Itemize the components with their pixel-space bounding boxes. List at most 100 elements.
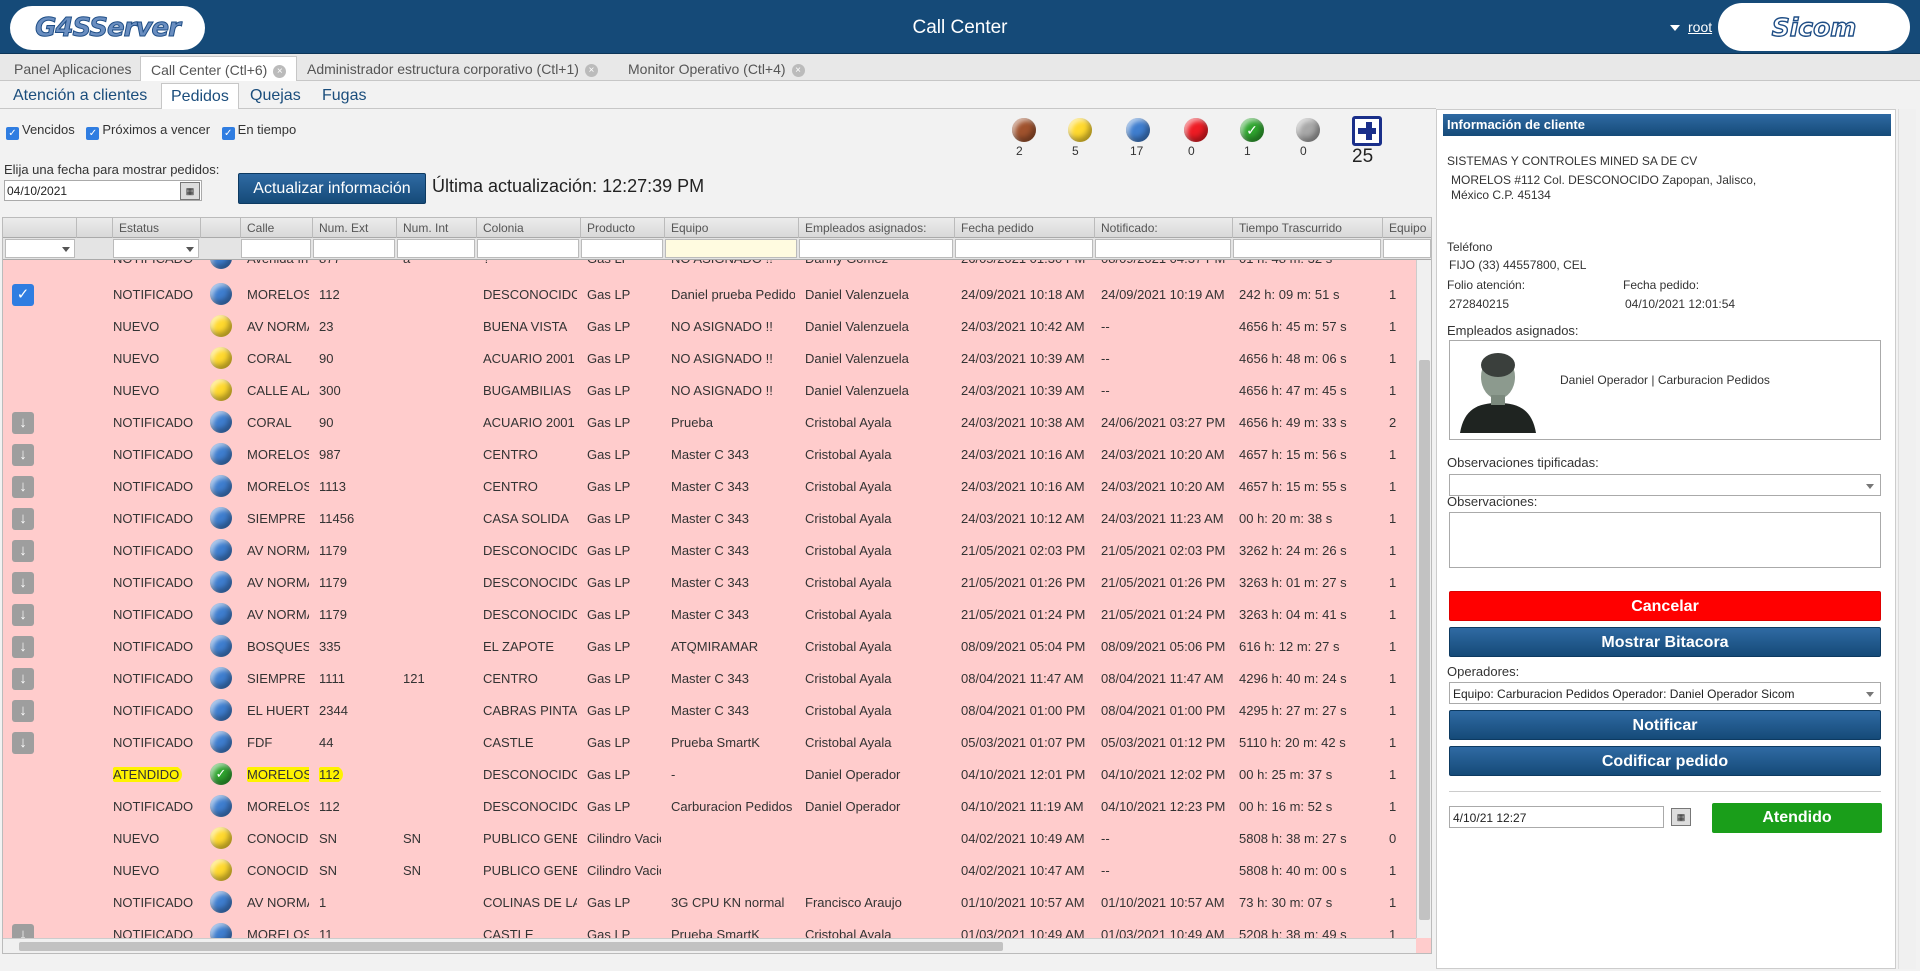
table-row[interactable]: ↓ NOTIFICADO AV NORMA 1179 DESCONOCIDO Gas LP…: [3, 534, 1416, 566]
attended-button[interactable]: Atendido: [1712, 803, 1882, 833]
col-equipo[interactable]: Equipo: [665, 218, 799, 238]
table-row[interactable]: ✓ NOTIFICADO MORELOS 112 DESCONOCIDO Gas LP Da…: [3, 278, 1416, 310]
filter-proximos[interactable]: ✓ Próximos a vencer: [86, 122, 210, 140]
table-row[interactable]: NUEVO CONOCIDO SN SN PUBLICO GENERAL Cilindro…: [3, 854, 1416, 886]
tab-monitor-operativo[interactable]: Monitor Operativo (Ctl+4) ×: [618, 56, 815, 81]
col-num-int[interactable]: Num. Int: [397, 218, 477, 238]
arrow-down-icon[interactable]: ↓: [12, 604, 34, 626]
table-row[interactable]: ↓ NOTIFICADO SIEMPRE V 11456 CASA SOLIDA Gas …: [3, 502, 1416, 534]
close-icon[interactable]: ×: [584, 63, 598, 77]
table-row[interactable]: ↓ NOTIFICADO MORELOS 1113 CENTRO Gas LP Master…: [3, 470, 1416, 502]
filter-tiempo[interactable]: [1233, 239, 1381, 258]
legend-total[interactable]: 25: [1352, 116, 1382, 167]
cell-colonia: CENTRO: [483, 447, 538, 462]
col-tiempo[interactable]: Tiempo Trascurrido: [1233, 218, 1383, 238]
filter-icon-select[interactable]: [5, 239, 75, 258]
arrow-down-icon[interactable]: ↓: [12, 412, 34, 434]
cancel-button[interactable]: Cancelar: [1449, 591, 1881, 621]
update-button[interactable]: Actualizar información: [238, 173, 426, 204]
table-row[interactable]: NUEVO AV NORMA 23 BUENA VISTA Gas LP NO ASIGN…: [3, 310, 1416, 342]
filter-notificado[interactable]: [1095, 239, 1231, 258]
table-row[interactable]: NUEVO CORAL 90 ACUARIO 2001 Gas LP NO ASIGNAD…: [3, 342, 1416, 374]
arrow-down-icon[interactable]: ↓: [12, 668, 34, 690]
calendar-icon[interactable]: ▦: [180, 182, 200, 200]
filter-colonia[interactable]: [477, 239, 579, 258]
table-row[interactable]: ↓ NOTIFICADO EL HUERTO 2344 CABRAS PINTAS Gas…: [3, 694, 1416, 726]
filter-vencidos[interactable]: ✓ Vencidos: [6, 122, 75, 140]
col-calle[interactable]: Calle: [241, 218, 313, 238]
filter-calle[interactable]: [241, 239, 311, 258]
notify-button[interactable]: Notificar: [1449, 710, 1881, 740]
operators-select[interactable]: Equipo: Carburacion Pedidos Operador: Da…: [1449, 682, 1881, 704]
observations-textarea[interactable]: [1449, 512, 1881, 568]
filter-fecha[interactable]: [955, 239, 1093, 258]
date-field[interactable]: 04/10/2021: [4, 180, 202, 201]
col-colonia[interactable]: Colonia: [477, 218, 581, 238]
col-notificado[interactable]: Notificado:: [1095, 218, 1233, 238]
add-icon[interactable]: [1352, 116, 1382, 146]
table-row[interactable]: ↓ NOTIFICADO AV NORMA 1179 DESCONOCIDO Gas LP…: [3, 598, 1416, 630]
grid-horizontal-scrollbar[interactable]: [3, 938, 1416, 953]
arrow-down-icon[interactable]: ↓: [12, 540, 34, 562]
table-row[interactable]: NUEVO CONOCIDO SN SN PUBLICO GENERAL Cilindro…: [3, 822, 1416, 854]
tab-quejas[interactable]: Quejas: [241, 83, 310, 109]
filter-num-int[interactable]: [397, 239, 475, 258]
filter-en-tiempo[interactable]: ✓ En tiempo: [221, 122, 296, 140]
calendar-icon[interactable]: ▦: [1671, 808, 1691, 826]
cell-empleados: Cristobal Ayala: [805, 639, 892, 654]
tab-administrador-estructura[interactable]: Administrador estructura corporativo (Ct…: [297, 56, 608, 81]
table-row[interactable]: ↓ NOTIFICADO SIEMPRE V 1111 121 CENTRO Gas LP M…: [3, 662, 1416, 694]
arrow-down-icon[interactable]: ↓: [12, 476, 34, 498]
table-row[interactable]: ↓ NOTIFICADO FDF 44 CASTLE Gas LP Prueba Smart…: [3, 726, 1416, 758]
col-fecha-pedido[interactable]: Fecha pedido: [955, 218, 1095, 238]
table-row[interactable]: NUEVO CALLE ALA 300 BUGAMBILIAS Gas LP NO ASI…: [3, 374, 1416, 406]
arrow-down-icon[interactable]: ↓: [12, 636, 34, 658]
checkbox-checked-icon[interactable]: ✓: [6, 127, 19, 140]
checkbox-checked-icon[interactable]: ✓: [12, 284, 34, 306]
tab-panel-aplicaciones[interactable]: Panel Aplicaciones: [4, 56, 142, 81]
table-row[interactable]: ↓ NOTIFICADO CORAL 90 ACUARIO 2001 Gas LP Prue…: [3, 406, 1416, 438]
cell-ext: 1179: [319, 575, 347, 590]
col-empleados[interactable]: Empleados asignados:: [799, 218, 955, 238]
table-row[interactable]: NOTIFICADO Avenida In 877 a? Gas LP NO ASIGNA…: [3, 260, 1416, 274]
tab-call-center[interactable]: Call Center (Ctl+6) ×: [140, 56, 298, 81]
arrow-down-icon[interactable]: ↓: [12, 508, 34, 530]
panel-scrollbar[interactable]: [1898, 109, 1916, 969]
close-icon[interactable]: ×: [791, 63, 805, 77]
show-log-button[interactable]: Mostrar Bitacora: [1449, 627, 1881, 657]
filter-estatus-select[interactable]: [113, 239, 199, 258]
close-icon[interactable]: ×: [273, 64, 287, 78]
arrow-down-icon[interactable]: ↓: [12, 924, 34, 938]
col-producto[interactable]: Producto: [581, 218, 665, 238]
arrow-down-icon[interactable]: ↓: [12, 572, 34, 594]
col-equipo-count[interactable]: Equipo: [1383, 218, 1431, 238]
tab-pedidos[interactable]: Pedidos: [161, 83, 239, 109]
table-row[interactable]: ↓ NOTIFICADO MORELOS 11 CASTLE Gas LP Prueba S…: [3, 918, 1416, 938]
table-row[interactable]: ↓ NOTIFICADO AV NORMA 1179 DESCONOCIDO Gas LP…: [3, 566, 1416, 598]
arrow-down-icon[interactable]: ↓: [12, 732, 34, 754]
col-estatus[interactable]: Estatus: [113, 218, 201, 238]
table-row[interactable]: NOTIFICADO AV NORMA 1 COLINAS DE LA Gas LP 3G…: [3, 886, 1416, 918]
filter-equipo[interactable]: [665, 239, 797, 258]
filter-equipo-count[interactable]: [1383, 239, 1431, 258]
col-num-ext[interactable]: Num. Ext: [313, 218, 397, 238]
table-row[interactable]: ↓ NOTIFICADO MORELOS 987 CENTRO Gas LP Master …: [3, 438, 1416, 470]
table-row[interactable]: ↓ NOTIFICADO BOSQUES 335 EL ZAPOTE Gas LP ATQM…: [3, 630, 1416, 662]
arrow-down-icon[interactable]: ↓: [12, 700, 34, 722]
grid-vertical-scrollbar[interactable]: [1416, 260, 1431, 938]
checkbox-checked-icon[interactable]: ✓: [221, 127, 235, 140]
tab-atencion-clientes[interactable]: Atención a clientes: [4, 83, 156, 109]
attended-datetime-field[interactable]: 4/10/21 12:27: [1449, 806, 1664, 828]
arrow-down-icon[interactable]: ↓: [12, 444, 34, 466]
filter-num-ext[interactable]: [313, 239, 395, 258]
typified-observations-select[interactable]: [1449, 474, 1881, 496]
red-ball-icon: [1184, 118, 1208, 142]
table-row[interactable]: ✓ ATENDIDO MORELOS 112 DESCONOCIDO Gas LP - Dan…: [3, 758, 1416, 790]
user-menu[interactable]: root: [1670, 19, 1712, 35]
table-row[interactable]: NOTIFICADO MORELOS 112 DESCONOCIDO Gas LP Car…: [3, 790, 1416, 822]
tab-fugas[interactable]: Fugas: [313, 83, 375, 109]
checkbox-checked-icon[interactable]: ✓: [86, 127, 100, 140]
encode-order-button[interactable]: Codificar pedido: [1449, 746, 1881, 776]
filter-producto[interactable]: [581, 239, 663, 258]
filter-empleados[interactable]: [799, 239, 953, 258]
